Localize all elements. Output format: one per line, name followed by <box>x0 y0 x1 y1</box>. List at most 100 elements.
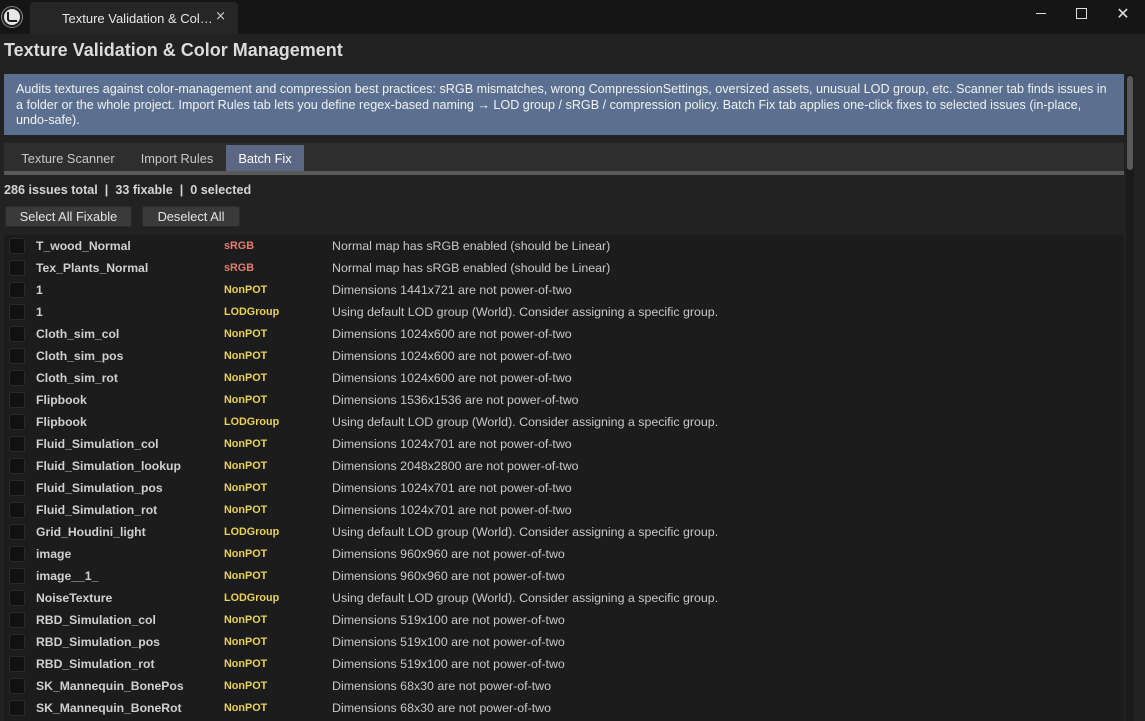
minimize-icon[interactable] <box>1021 2 1061 24</box>
issue-checkbox[interactable] <box>9 524 25 540</box>
issue-checkbox[interactable] <box>9 260 25 276</box>
tool-panel: Texture Validation & Color Management Au… <box>0 34 1145 721</box>
issue-checkbox[interactable] <box>9 282 25 298</box>
issue-checkbox[interactable] <box>9 370 25 386</box>
issue-message: Dimensions 519x100 are not power-of-two <box>332 657 565 671</box>
issue-asset-name: RBD_Simulation_pos <box>36 635 160 649</box>
issue-type-badge: NonPOT <box>224 328 268 340</box>
maximize-icon[interactable] <box>1061 2 1101 24</box>
tab-import-rules[interactable]: Import Rules <box>128 145 226 171</box>
issue-type-badge: NonPOT <box>224 680 268 692</box>
issue-asset-name: Flipbook <box>36 415 87 429</box>
issue-checkbox[interactable] <box>9 568 25 584</box>
issue-asset-name: 1 <box>36 305 43 319</box>
issue-asset-name: Flipbook <box>36 393 87 407</box>
close-icon[interactable]: ✕ <box>1103 2 1143 24</box>
issue-message: Dimensions 1441x721 are not power-of-two <box>332 283 572 297</box>
issue-row[interactable]: 1 LODGroup Using default LOD group (World)… <box>4 301 1124 323</box>
issue-type-badge: NonPOT <box>224 702 268 714</box>
issue-row[interactable]: Tex_Plants_Normal sRGB Normal map has sRGB… <box>4 257 1124 279</box>
issue-message: Dimensions 68x30 are not power-of-two <box>332 679 552 693</box>
issue-checkbox[interactable] <box>9 546 25 562</box>
issue-type-badge: NonPOT <box>224 636 268 648</box>
issue-message: Dimensions 519x100 are not power-of-two <box>332 613 565 627</box>
issue-asset-name: Fluid_Simulation_rot <box>36 503 158 517</box>
title-bar: Texture Validation & Col… × ✕ <box>0 0 1145 34</box>
issue-row[interactable]: image NonPOT Dimensions 960x960 are not po… <box>4 543 1124 565</box>
issue-type-badge: NonPOT <box>224 394 268 406</box>
issue-checkbox[interactable] <box>9 700 25 716</box>
issue-asset-name: Fluid_Simulation_lookup <box>36 459 181 473</box>
issue-type-badge: NonPOT <box>224 372 268 384</box>
issue-row[interactable]: Flipbook NonPOT Dimensions 1536x1536 are n… <box>4 389 1124 411</box>
issue-asset-name: Tex_Plants_Normal <box>36 261 149 275</box>
issue-message: Dimensions 960x960 are not power-of-two <box>332 547 565 561</box>
issue-type-badge: NonPOT <box>224 548 268 560</box>
issue-message: Using default LOD group (World). Conside… <box>332 305 719 319</box>
issue-type-badge: LODGroup <box>224 306 280 318</box>
issue-message: Using default LOD group (World). Conside… <box>332 525 719 539</box>
issue-type-badge: LODGroup <box>224 592 280 604</box>
page-title: Texture Validation & Color Management <box>4 40 343 60</box>
issue-row[interactable]: Cloth_sim_rot NonPOT Dimensions 1024x600 a… <box>4 367 1124 389</box>
issue-checkbox[interactable] <box>9 414 25 430</box>
issue-checkbox[interactable] <box>9 238 25 254</box>
issue-row[interactable]: Fluid_Simulation_pos NonPOT Dimensions 102… <box>4 477 1124 499</box>
issue-row[interactable]: Flipbook LODGroup Using default LOD group … <box>4 411 1124 433</box>
issue-checkbox[interactable] <box>9 656 25 672</box>
issue-type-badge: NonPOT <box>224 482 268 494</box>
issue-row[interactable]: T_wood_Normal sRGB Normal map has sRGB ena… <box>4 235 1124 257</box>
issue-asset-name: SK_Mannequin_BonePos <box>36 679 184 693</box>
issue-row[interactable]: SK_Mannequin_BonePos NonPOT Dimensions 68x… <box>4 675 1124 697</box>
issue-checkbox[interactable] <box>9 480 25 496</box>
issue-asset-name: Grid_Houdini_light <box>36 525 146 539</box>
issue-row[interactable]: image__1_ NonPOT Dimensions 960x960 are no… <box>4 565 1124 587</box>
select-all-fixable-button[interactable]: Select All Fixable <box>5 206 132 227</box>
issue-row[interactable]: Fluid_Simulation_rot NonPOT Dimensions 102… <box>4 499 1124 521</box>
issue-message: Using default LOD group (World). Conside… <box>332 415 719 429</box>
issue-row[interactable]: Fluid_Simulation_lookup NonPOT Dimensions … <box>4 455 1124 477</box>
document-tab[interactable]: Texture Validation & Col… × <box>30 2 238 34</box>
issue-message: Dimensions 1024x600 are not power-of-two <box>332 327 572 341</box>
issue-asset-name: NoiseTexture <box>36 591 113 605</box>
issue-checkbox[interactable] <box>9 612 25 628</box>
issue-checkbox[interactable] <box>9 678 25 694</box>
issue-checkbox[interactable] <box>9 304 25 320</box>
scrollbar-thumb[interactable] <box>1127 76 1133 170</box>
issue-checkbox[interactable] <box>9 348 25 364</box>
issue-checkbox[interactable] <box>9 634 25 650</box>
tab-close-icon[interactable]: × <box>215 9 226 24</box>
tab-texture-scanner[interactable]: Texture Scanner <box>8 145 128 171</box>
scrollbar-track[interactable] <box>1126 74 1134 721</box>
issue-message: Using default LOD group (World). Conside… <box>332 591 719 605</box>
issue-row[interactable]: Cloth_sim_col NonPOT Dimensions 1024x600 a… <box>4 323 1124 345</box>
issue-message: Dimensions 68x30 are not power-of-two <box>332 701 552 715</box>
issue-asset-name: RBD_Simulation_rot <box>36 657 155 671</box>
issue-row[interactable]: SK_Mannequin_BoneRot NonPOT Dimensions 68x… <box>4 697 1124 719</box>
issue-type-badge: NonPOT <box>224 350 268 362</box>
deselect-all-button[interactable]: Deselect All <box>142 206 240 227</box>
issue-row[interactable]: RBD_Simulation_col NonPOT Dimensions 519x1… <box>4 609 1124 631</box>
issue-type-badge: sRGB <box>224 262 254 274</box>
issue-checkbox[interactable] <box>9 502 25 518</box>
issue-row[interactable]: NoiseTexture LODGroup Using default LOD gr… <box>4 587 1124 609</box>
issue-row[interactable]: RBD_Simulation_pos NonPOT Dimensions 519x1… <box>4 631 1124 653</box>
issue-row[interactable]: Cloth_sim_pos NonPOT Dimensions 1024x600 a… <box>4 345 1124 367</box>
issue-message: Dimensions 519x100 are not power-of-two <box>332 635 565 649</box>
issue-row[interactable]: Grid_Houdini_light LODGroup Using default … <box>4 521 1124 543</box>
issue-checkbox[interactable] <box>9 326 25 342</box>
issue-message: Dimensions 1024x600 are not power-of-two <box>332 371 572 385</box>
issue-row[interactable]: Fluid_Simulation_col NonPOT Dimensions 102… <box>4 433 1124 455</box>
issue-asset-name: RBD_Simulation_col <box>36 613 156 627</box>
issue-asset-name: image <box>36 547 72 561</box>
issue-type-badge: NonPOT <box>224 438 268 450</box>
issue-row[interactable]: 1 NonPOT Dimensions 1441x721 are not power… <box>4 279 1124 301</box>
tab-batch-fix[interactable]: Batch Fix <box>226 145 304 171</box>
issue-asset-name: Cloth_sim_pos <box>36 349 124 363</box>
issue-checkbox[interactable] <box>9 458 25 474</box>
issue-checkbox[interactable] <box>9 590 25 606</box>
issue-checkbox[interactable] <box>9 436 25 452</box>
issue-checkbox[interactable] <box>9 392 25 408</box>
issue-type-badge: LODGroup <box>224 526 280 538</box>
issue-row[interactable]: RBD_Simulation_rot NonPOT Dimensions 519x1… <box>4 653 1124 675</box>
